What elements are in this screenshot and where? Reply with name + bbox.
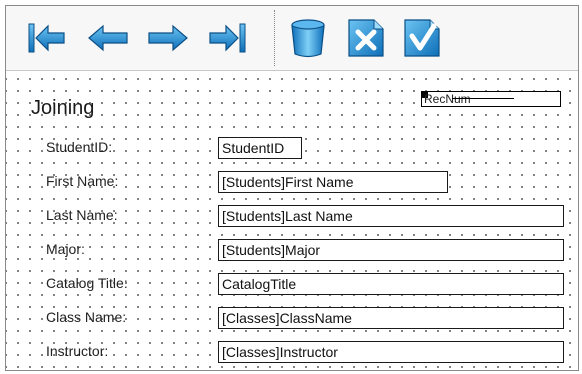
delete-record-button[interactable] xyxy=(286,16,330,60)
first-record-button[interactable] xyxy=(24,16,68,60)
previous-record-button[interactable] xyxy=(86,16,130,60)
cancel-button[interactable] xyxy=(344,16,388,60)
arrow-right-icon xyxy=(148,24,188,52)
record-number-label: RecNum xyxy=(424,92,471,106)
last-record-button[interactable] xyxy=(206,16,250,60)
first-name-field[interactable]: [Students]First Name xyxy=(218,171,448,193)
field-label-instructor: Instructor: xyxy=(46,343,109,359)
field-label-last-name: Last Name: xyxy=(46,207,118,223)
record-number-line xyxy=(452,98,514,99)
form-title: Joining xyxy=(31,97,95,119)
field-label-class-name: Class Name: xyxy=(46,309,127,325)
field-label-catalog-title: Catalog Title: xyxy=(46,275,128,291)
field-label-major: Major: xyxy=(46,241,85,257)
record-number-object[interactable]: RecNum xyxy=(421,91,561,107)
catalog-title-field[interactable]: CatalogTitle xyxy=(218,273,564,295)
toolbar-separator xyxy=(274,10,275,66)
last-record-icon xyxy=(209,23,246,53)
major-field[interactable]: [Students]Major xyxy=(218,239,564,261)
accept-button[interactable] xyxy=(400,16,444,60)
next-record-button[interactable] xyxy=(146,16,190,60)
instructor-field[interactable]: [Classes]Instructor xyxy=(218,341,564,363)
record-toolbar xyxy=(6,6,578,71)
field-label-first-name: First Name: xyxy=(46,173,119,189)
checkmark-icon xyxy=(404,19,440,57)
cancel-x-icon xyxy=(348,19,384,57)
last-name-field[interactable]: [Students]Last Name xyxy=(218,205,564,227)
student-id-field[interactable]: StudentID xyxy=(218,137,302,159)
trash-icon xyxy=(291,19,325,58)
first-record-icon xyxy=(28,23,65,53)
form-canvas: Joining RecNum StudentID: StudentID Firs… xyxy=(6,71,578,370)
class-name-field[interactable]: [Classes]ClassName xyxy=(218,307,564,329)
field-label-student-id: StudentID: xyxy=(46,139,113,155)
form-editor-window: Joining RecNum StudentID: StudentID Firs… xyxy=(5,5,579,371)
arrow-left-icon xyxy=(88,24,128,52)
